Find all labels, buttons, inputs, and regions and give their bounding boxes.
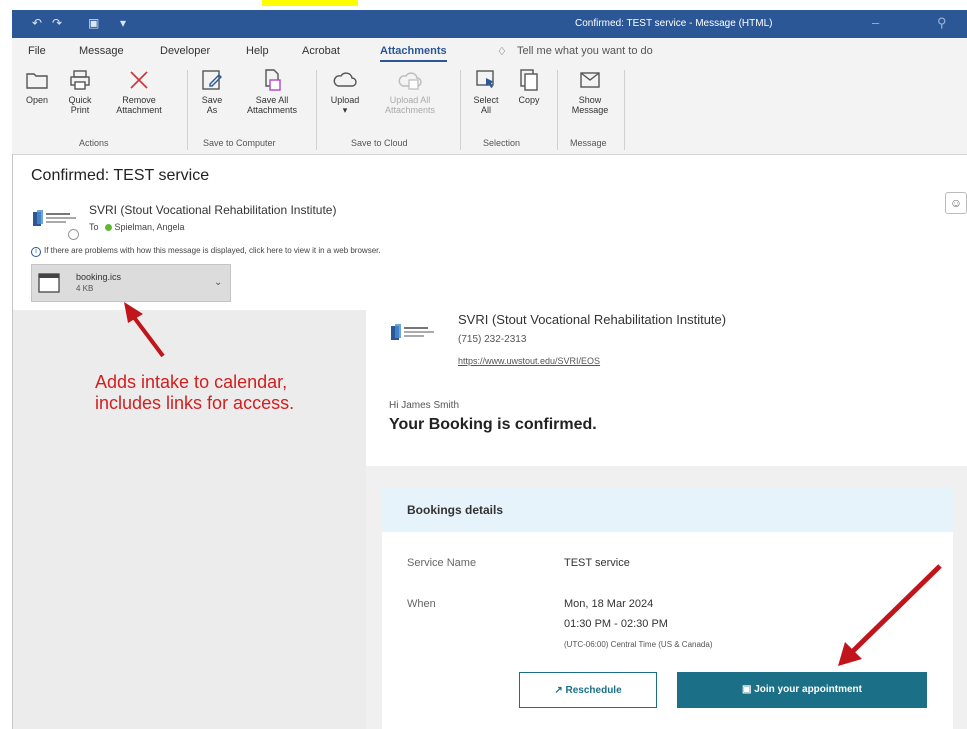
- annotation-arrows: [124, 302, 942, 666]
- arrow-to-attachment: [124, 302, 165, 358]
- arrow-to-join-button: [838, 564, 942, 666]
